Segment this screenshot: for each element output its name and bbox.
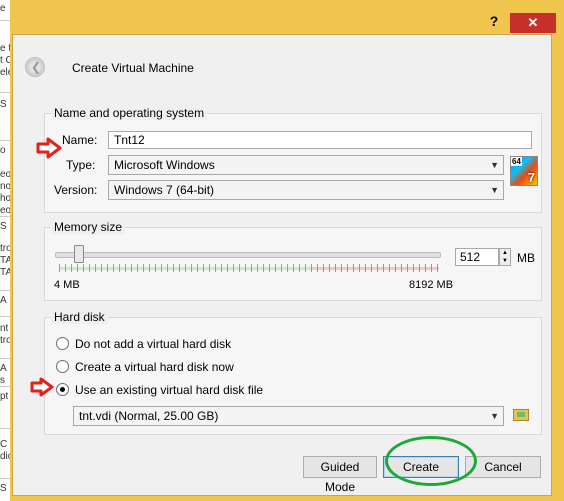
- radio-existing-disk-label[interactable]: Use an existing virtual hard disk file: [75, 383, 263, 397]
- radio-existing-disk[interactable]: [56, 383, 69, 396]
- version-label: Version:: [54, 183, 98, 197]
- dialog-client: ❮ Create Virtual Machine Name and operat…: [12, 34, 552, 496]
- chevron-down-icon: ▼: [490, 160, 499, 170]
- chevron-down-icon: ▼: [490, 185, 499, 195]
- disk-file-select-value: tnt.vdi (Normal, 25.00 GB): [79, 409, 219, 423]
- radio-create-disk-label[interactable]: Create a virtual hard disk now: [75, 360, 234, 374]
- type-select-value: Microsoft Windows: [114, 158, 215, 172]
- memory-max-label: 8192 MB: [409, 279, 454, 291]
- background-text-fragment: S: [0, 99, 7, 110]
- name-os-group-label: Name and operating system: [51, 106, 208, 120]
- background-text-fragment: o: [0, 145, 6, 156]
- red-arrow-annotation-disk: [30, 377, 54, 397]
- name-label: Name:: [62, 133, 98, 147]
- type-select[interactable]: Microsoft Windows ▼: [108, 155, 504, 175]
- background-text-fragment: S: [0, 483, 7, 494]
- name-os-group: Name and operating system Name: Tnt12 Ty…: [44, 106, 542, 213]
- background-text-fragment: e: [0, 3, 6, 14]
- radio-no-disk-label[interactable]: Do not add a virtual hard disk: [75, 337, 231, 351]
- memory-slider-track[interactable]: [55, 252, 441, 258]
- version-select-value: Windows 7 (64-bit): [114, 183, 215, 197]
- guided-mode-button[interactable]: Guided Mode: [303, 456, 377, 494]
- disk-file-select[interactable]: tnt.vdi (Normal, 25.00 GB) ▼: [73, 406, 504, 426]
- radio-create-disk[interactable]: [56, 360, 69, 373]
- title-bar: ? ✕: [10, 0, 564, 34]
- memory-spinbox[interactable]: 512: [455, 248, 499, 266]
- radio-no-disk[interactable]: [56, 337, 69, 350]
- memory-spin-arrows-icon[interactable]: ▲ ▼: [499, 248, 511, 266]
- hard-disk-group: Hard disk Do not add a virtual hard disk…: [44, 310, 542, 435]
- hard-disk-group-label: Hard disk: [51, 310, 108, 324]
- back-button[interactable]: ❮: [25, 57, 45, 77]
- background-text-fragment: C: [0, 439, 8, 450]
- memory-group-label: Memory size: [51, 220, 126, 234]
- red-ticks: [311, 264, 439, 272]
- memory-group: Memory size 4 MB 8192 MB 512 ▲ ▼ MB: [44, 220, 542, 301]
- background-text-fragment: pt: [0, 391, 9, 402]
- memory-slider-scale: [59, 264, 439, 272]
- windows-7-os-icon: 64 7: [510, 156, 538, 186]
- name-input[interactable]: Tnt12: [108, 131, 532, 149]
- help-button[interactable]: ?: [484, 13, 504, 29]
- green-ellipse-annotation: [385, 436, 477, 486]
- choose-disk-folder-icon[interactable]: [513, 409, 529, 421]
- os-icon-badge: 64: [511, 157, 522, 166]
- chevron-down-icon: ▼: [490, 411, 499, 421]
- background-text-fragment: s: [0, 375, 5, 386]
- page-title: Create Virtual Machine: [72, 61, 194, 75]
- version-select[interactable]: Windows 7 (64-bit) ▼: [108, 180, 504, 200]
- close-button[interactable]: ✕: [510, 13, 556, 33]
- green-ticks: [59, 264, 311, 272]
- memory-min-label: 4 MB: [54, 279, 80, 291]
- memory-slider-thumb[interactable]: [73, 245, 84, 263]
- dialog-window: ? ✕ ❮ Create Virtual Machine Name and op…: [10, 0, 564, 501]
- background-text-fragment: A: [0, 363, 7, 374]
- type-label: Type:: [66, 158, 96, 172]
- red-arrow-annotation-name: [36, 137, 62, 159]
- back-arrow-icon: ❮: [31, 60, 42, 74]
- os-icon-version: 7: [527, 170, 535, 185]
- memory-unit-label: MB: [517, 251, 535, 265]
- background-text-fragment: S: [0, 221, 7, 232]
- background-text-fragment: A: [0, 295, 7, 306]
